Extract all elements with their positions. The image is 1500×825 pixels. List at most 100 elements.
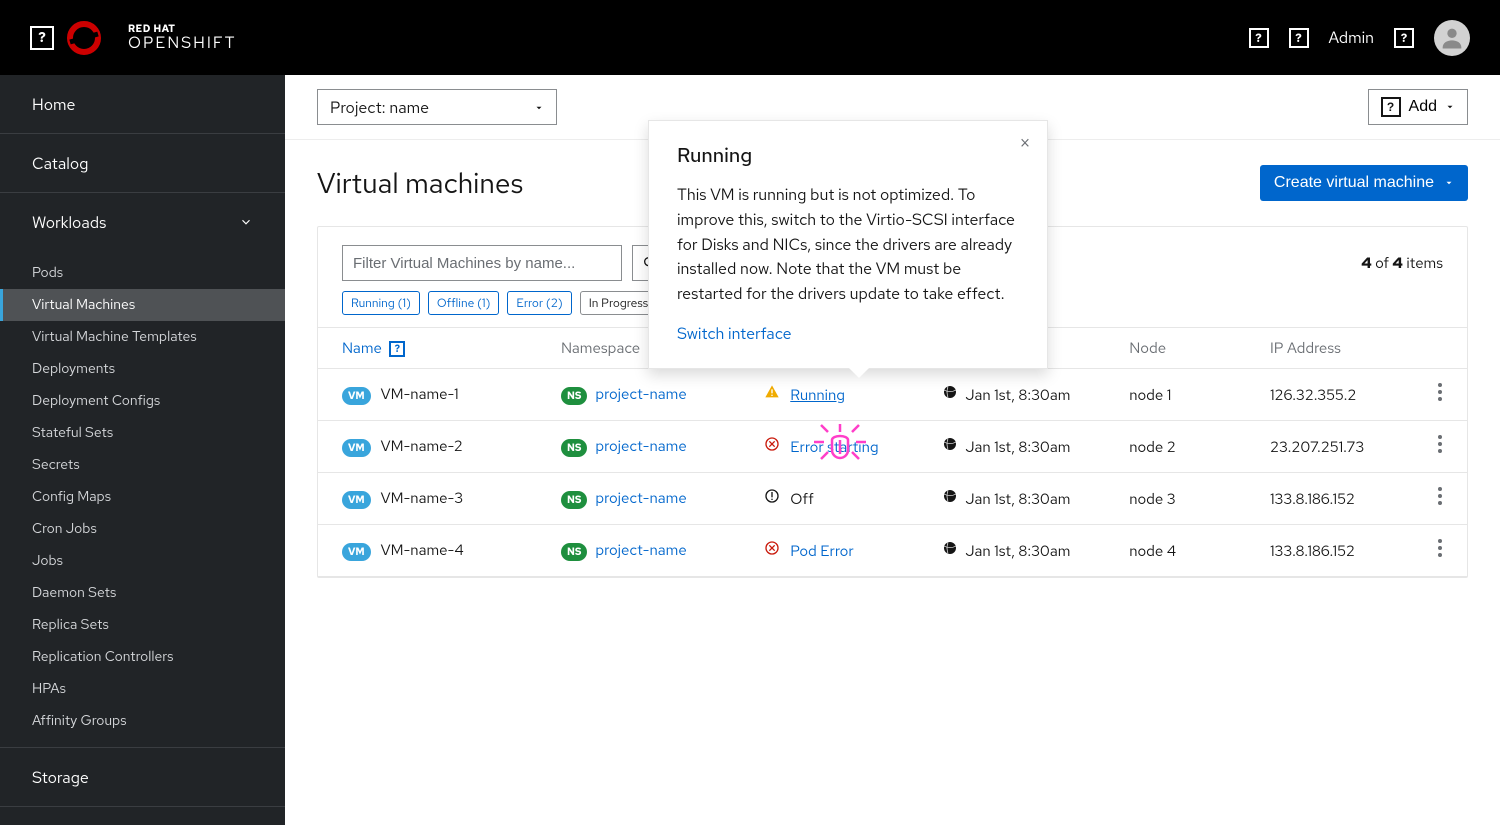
popover-action-link[interactable]: Switch interface bbox=[677, 323, 792, 344]
row-kebab-button[interactable] bbox=[1413, 525, 1467, 577]
brand-line2: OPENSHIFT bbox=[128, 35, 237, 51]
globe-icon bbox=[942, 384, 958, 400]
sidebar-item-virtual-machines[interactable]: Virtual Machines bbox=[0, 289, 285, 321]
node-text: node 4 bbox=[1105, 525, 1246, 577]
sidebar-item-hpas[interactable]: HPAs bbox=[0, 673, 285, 705]
col-name-help-icon[interactable]: ? bbox=[389, 341, 405, 357]
sidebar-item-virtual-machine-templates[interactable]: Virtual Machine Templates bbox=[0, 321, 285, 353]
status-link[interactable]: Pod Error bbox=[790, 541, 853, 561]
filter-input[interactable] bbox=[342, 245, 622, 281]
created-text: Jan 1st, 8:30am bbox=[966, 489, 1071, 509]
add-button-label: Add bbox=[1409, 98, 1437, 116]
status-popover: × Running This VM is running but is not … bbox=[648, 120, 1048, 369]
chip-offline[interactable]: Offline (1) bbox=[428, 291, 499, 315]
vm-badge: VM bbox=[342, 439, 371, 457]
openshift-logo-icon bbox=[64, 18, 104, 58]
sidebar-item-daemon-sets[interactable]: Daemon Sets bbox=[0, 577, 285, 609]
ns-badge: NS bbox=[561, 543, 587, 561]
kebab-icon bbox=[1438, 539, 1442, 557]
warning-icon bbox=[764, 384, 780, 400]
row-kebab-button[interactable] bbox=[1413, 421, 1467, 473]
sidebar-item-replication-controllers[interactable]: Replication Controllers bbox=[0, 641, 285, 673]
popover-body: This VM is running but is not optimized.… bbox=[677, 183, 1019, 307]
sidebar-item-jobs[interactable]: Jobs bbox=[0, 545, 285, 577]
add-button[interactable]: ? Add bbox=[1368, 89, 1468, 125]
vm-badge: VM bbox=[342, 387, 371, 405]
chip-inprogress[interactable]: In Progress bbox=[580, 291, 658, 315]
created-text: Jan 1st, 8:30am bbox=[966, 437, 1071, 457]
sidebar-item-deployments[interactable]: Deployments bbox=[0, 353, 285, 385]
ns-badge: NS bbox=[561, 491, 587, 509]
row-kebab-button[interactable] bbox=[1413, 473, 1467, 525]
vm-name[interactable]: VM-name-2 bbox=[381, 436, 463, 456]
node-text: node 3 bbox=[1105, 473, 1246, 525]
node-text: node 1 bbox=[1105, 369, 1246, 421]
col-ip[interactable]: IP Address bbox=[1246, 328, 1413, 369]
chip-running[interactable]: Running (1) bbox=[342, 291, 420, 315]
ns-badge: NS bbox=[561, 387, 587, 405]
sidebar-item-stateful-sets[interactable]: Stateful Sets bbox=[0, 417, 285, 449]
nav-catalog[interactable]: Catalog bbox=[0, 134, 285, 192]
sidebar: Home Catalog Workloads PodsVirtual Machi… bbox=[0, 75, 285, 825]
namespace-link[interactable]: project-name bbox=[595, 488, 686, 508]
table-row: VMVM-name-2NSproject-nameError startingJ… bbox=[318, 421, 1467, 473]
vm-name[interactable]: VM-name-3 bbox=[381, 488, 464, 508]
project-selector[interactable]: Project: name bbox=[317, 89, 557, 125]
nav-home[interactable]: Home bbox=[0, 75, 285, 133]
user-label[interactable]: Admin bbox=[1329, 27, 1374, 48]
globe-icon bbox=[942, 488, 958, 504]
globe-icon bbox=[942, 436, 958, 452]
col-node[interactable]: Node bbox=[1105, 328, 1246, 369]
avatar[interactable] bbox=[1434, 20, 1470, 56]
add-help-icon: ? bbox=[1381, 97, 1401, 117]
caret-down-icon bbox=[1444, 178, 1454, 188]
sidebar-item-secrets[interactable]: Secrets bbox=[0, 449, 285, 481]
namespace-link[interactable]: project-name bbox=[595, 540, 686, 560]
off-icon bbox=[764, 488, 780, 504]
launcher-help-icon[interactable]: ? bbox=[1249, 28, 1269, 48]
items-count: 4 of 4 items bbox=[1361, 253, 1443, 273]
popover-title: Running bbox=[677, 143, 1019, 169]
sidebar-item-cron-jobs[interactable]: Cron Jobs bbox=[0, 513, 285, 545]
sidebar-item-affinity-groups[interactable]: Affinity Groups bbox=[0, 705, 285, 737]
create-vm-button[interactable]: Create virtual machine bbox=[1260, 165, 1468, 201]
sidebar-item-config-maps[interactable]: Config Maps bbox=[0, 481, 285, 513]
row-kebab-button[interactable] bbox=[1413, 369, 1467, 421]
kebab-icon bbox=[1438, 383, 1442, 401]
kebab-icon bbox=[1438, 487, 1442, 505]
nav-workloads-sublist: PodsVirtual MachinesVirtual Machine Temp… bbox=[0, 251, 285, 747]
help-icon[interactable]: ? bbox=[30, 26, 54, 50]
col-name[interactable]: Name ? bbox=[318, 328, 537, 369]
caret-down-icon bbox=[534, 97, 544, 118]
user-icon bbox=[1438, 24, 1466, 52]
sidebar-item-replica-sets[interactable]: Replica Sets bbox=[0, 609, 285, 641]
vm-badge: VM bbox=[342, 491, 371, 509]
table-row: VMVM-name-4NSproject-namePod ErrorJan 1s… bbox=[318, 525, 1467, 577]
chip-error[interactable]: Error (2) bbox=[507, 291, 571, 315]
sidebar-item-deployment-configs[interactable]: Deployment Configs bbox=[0, 385, 285, 417]
status-link[interactable]: Running bbox=[790, 385, 845, 405]
sidebar-item-pods[interactable]: Pods bbox=[0, 257, 285, 289]
vm-name[interactable]: VM-name-4 bbox=[381, 540, 464, 560]
nav-workloads[interactable]: Workloads bbox=[0, 193, 285, 251]
col-name-label: Name bbox=[342, 338, 382, 358]
status-link[interactable]: Error starting bbox=[790, 437, 878, 457]
nav-workloads-label: Workloads bbox=[32, 212, 106, 233]
namespace-link[interactable]: project-name bbox=[595, 384, 686, 404]
ip-text: 126.32.355.2 bbox=[1246, 369, 1413, 421]
created-text: Jan 1st, 8:30am bbox=[966, 385, 1071, 405]
nav-storage[interactable]: Storage bbox=[0, 748, 285, 806]
namespace-link[interactable]: project-name bbox=[595, 436, 686, 456]
notifications-help-icon[interactable]: ? bbox=[1289, 28, 1309, 48]
nav-catalog-label: Catalog bbox=[32, 153, 88, 174]
topbar-right: ? ? Admin ? bbox=[1249, 20, 1470, 56]
ip-text: 133.8.186.152 bbox=[1246, 525, 1413, 577]
chevron-down-icon bbox=[239, 215, 253, 229]
vm-name[interactable]: VM-name-1 bbox=[381, 384, 459, 404]
count-mid: of bbox=[1372, 253, 1393, 273]
count-total: 4 bbox=[1392, 253, 1402, 273]
count-suffix: items bbox=[1403, 253, 1443, 273]
top-bar: ? RED HAT OPENSHIFT ? ? Admin ? bbox=[0, 0, 1500, 75]
popover-close-button[interactable]: × bbox=[1019, 131, 1031, 157]
user-help-icon[interactable]: ? bbox=[1394, 28, 1414, 48]
